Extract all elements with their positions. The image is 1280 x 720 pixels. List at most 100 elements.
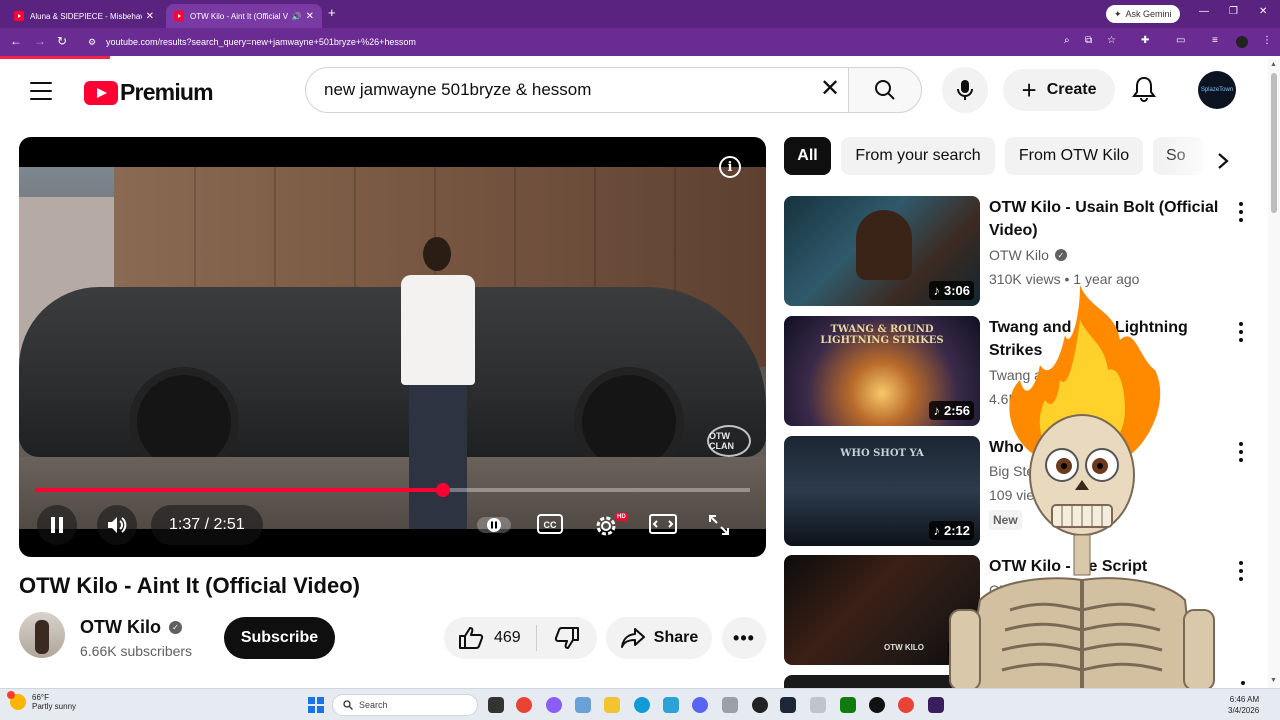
progress-bar[interactable] bbox=[35, 483, 750, 497]
file-explorer-icon[interactable] bbox=[604, 697, 620, 713]
search-button[interactable] bbox=[848, 67, 922, 113]
browser-tab[interactable]: Aluna & SIDEPIECE - Misbehavin' ✕ bbox=[6, 4, 162, 28]
close-tab-icon[interactable]: ✕ bbox=[146, 11, 154, 22]
autoplay-toggle[interactable] bbox=[477, 517, 511, 533]
video-player[interactable]: i OTW CLAN 1:37 / 2:51 CC HD bbox=[19, 137, 766, 557]
more-options-icon[interactable] bbox=[1236, 322, 1246, 342]
chip-from-your-search[interactable]: From your search bbox=[841, 137, 995, 175]
chips-next-button[interactable] bbox=[1208, 146, 1238, 176]
extensions-icon[interactable]: ✚ bbox=[1141, 35, 1149, 46]
media-controls-icon[interactable]: ≡ bbox=[1212, 35, 1218, 46]
back-icon[interactable]: ← bbox=[10, 34, 22, 48]
search-icon bbox=[343, 700, 353, 710]
reload-icon[interactable]: ↻ bbox=[57, 34, 67, 48]
windows-taskbar: 66°F Partly sunny Search 6:46 AM 3/4/202… bbox=[0, 688, 1280, 720]
scroll-up-icon[interactable]: ▲ bbox=[1270, 61, 1277, 68]
scrollbar-thumb[interactable] bbox=[1271, 73, 1277, 213]
recommendation-channel[interactable]: OTW Kilo ✓ bbox=[989, 247, 1067, 263]
bell-icon bbox=[1132, 76, 1156, 102]
captions-icon: CC bbox=[537, 514, 563, 534]
youtube-premium-logo[interactable]: Premium bbox=[84, 79, 214, 106]
app-icon[interactable] bbox=[928, 697, 944, 713]
time-text: 1:37 / 2:51 bbox=[169, 516, 245, 533]
like-button[interactable]: 469 bbox=[444, 617, 536, 659]
windows-start-icon[interactable] bbox=[308, 697, 324, 713]
menu-icon[interactable] bbox=[30, 82, 52, 100]
snipping-tool-icon[interactable] bbox=[722, 697, 738, 713]
copilot-icon[interactable] bbox=[546, 697, 562, 713]
edge-icon[interactable] bbox=[634, 697, 650, 713]
photos-icon[interactable] bbox=[575, 697, 591, 713]
install-app-icon[interactable]: ⧉ bbox=[1085, 35, 1092, 46]
chrome-icon[interactable] bbox=[898, 697, 914, 713]
channel-avatar[interactable] bbox=[19, 612, 65, 658]
video-frame bbox=[19, 167, 766, 529]
channel-name: OTW Kilo bbox=[80, 617, 161, 637]
recommendation-title[interactable]: OTW Kilo - Usain Bolt (Official Video) bbox=[989, 196, 1229, 242]
browser-tab-bar: Aluna & SIDEPIECE - Misbehavin' ✕ OTW Ki… bbox=[0, 0, 1280, 28]
clear-search-icon[interactable]: ✕ bbox=[816, 75, 844, 103]
weather-widget[interactable]: 66°F Partly sunny bbox=[7, 691, 76, 711]
more-options-icon[interactable] bbox=[1236, 561, 1246, 581]
page-scrollbar[interactable]: ▲ ▼ bbox=[1268, 59, 1280, 688]
steam-icon[interactable] bbox=[780, 697, 796, 713]
system-clock[interactable]: 6:46 AM 3/4/2026 bbox=[1228, 694, 1259, 716]
video-title: OTW Kilo - Aint It (Official Video) bbox=[19, 573, 360, 598]
thumbnail-text: OTW KILO bbox=[884, 643, 924, 652]
pause-button[interactable] bbox=[37, 505, 77, 545]
volume-button[interactable] bbox=[97, 505, 137, 545]
account-avatar[interactable]: SplazeTown bbox=[1198, 71, 1236, 109]
new-tab-button[interactable]: + bbox=[328, 5, 336, 20]
site-info-icon[interactable]: ⚙ bbox=[86, 36, 98, 48]
browser-menu-icon[interactable]: ⋮ bbox=[1262, 35, 1272, 46]
dislike-button[interactable] bbox=[537, 617, 597, 659]
like-count: 469 bbox=[494, 629, 521, 646]
notifications-button[interactable] bbox=[1132, 75, 1156, 108]
more-options-icon[interactable] bbox=[1236, 442, 1246, 462]
split-view-icon[interactable]: ▭ bbox=[1176, 35, 1185, 46]
more-actions-button[interactable]: ••• bbox=[722, 617, 766, 659]
create-button[interactable]: + Create bbox=[1003, 69, 1115, 111]
xbox-icon[interactable] bbox=[840, 697, 856, 713]
app-icon[interactable] bbox=[869, 697, 885, 713]
ask-gemini-button[interactable]: ✦ Ask Gemini bbox=[1106, 5, 1180, 23]
subscribe-button[interactable]: Subscribe bbox=[224, 617, 335, 659]
close-tab-icon[interactable]: ✕ bbox=[306, 11, 314, 22]
bookmark-star-icon[interactable]: ☆ bbox=[1107, 35, 1116, 46]
forward-icon[interactable]: → bbox=[34, 34, 46, 48]
hd-badge: HD bbox=[615, 513, 628, 521]
zoom-icon[interactable]: ⌕ bbox=[1064, 35, 1070, 46]
channel-watermark[interactable]: OTW CLAN bbox=[707, 425, 751, 457]
minimize-icon[interactable]: — bbox=[1199, 6, 1209, 17]
obs-icon[interactable] bbox=[752, 697, 768, 713]
channel-name-link[interactable]: OTW Kilo ✓ bbox=[80, 617, 182, 638]
taskbar-search[interactable]: Search bbox=[332, 694, 478, 716]
info-icon[interactable]: i bbox=[719, 156, 741, 178]
calculator-icon[interactable] bbox=[663, 697, 679, 713]
tab-title: OTW Kilo - Aint It (Official Video) bbox=[190, 11, 288, 21]
more-options-icon[interactable] bbox=[1238, 678, 1248, 688]
scrubber-handle[interactable] bbox=[435, 483, 450, 497]
flaming-skeleton-mascot bbox=[949, 285, 1215, 690]
chip-all[interactable]: All bbox=[784, 137, 831, 175]
browser-tab-active[interactable]: OTW Kilo - Aint It (Official Video) 🔊 ✕ bbox=[166, 4, 322, 28]
discord-icon[interactable] bbox=[692, 697, 708, 713]
more-options-icon[interactable] bbox=[1236, 202, 1246, 222]
search-input[interactable]: new jamwayne 501bryze & hessom bbox=[305, 67, 849, 113]
task-view-icon[interactable] bbox=[488, 697, 504, 713]
fullscreen-button[interactable] bbox=[707, 513, 731, 537]
close-window-icon[interactable]: ✕ bbox=[1259, 6, 1267, 17]
profile-avatar[interactable] bbox=[1236, 36, 1248, 48]
scroll-down-icon[interactable]: ▼ bbox=[1270, 677, 1277, 684]
share-button[interactable]: Share bbox=[606, 617, 712, 659]
theater-mode-button[interactable] bbox=[649, 513, 677, 535]
audio-playing-icon[interactable]: 🔊 bbox=[292, 12, 302, 21]
address-bar[interactable]: ⚙ youtube.com/results?search_query=new+j… bbox=[80, 32, 1080, 52]
voice-search-button[interactable] bbox=[942, 67, 988, 113]
app-icon[interactable] bbox=[810, 697, 826, 713]
chip-from-otw-kilo[interactable]: From OTW Kilo bbox=[1005, 137, 1143, 175]
captions-button[interactable]: CC bbox=[537, 513, 563, 535]
verified-check-icon: ✓ bbox=[1054, 249, 1067, 261]
chrome-icon[interactable] bbox=[516, 697, 532, 713]
restore-icon[interactable]: ❐ bbox=[1229, 6, 1238, 17]
